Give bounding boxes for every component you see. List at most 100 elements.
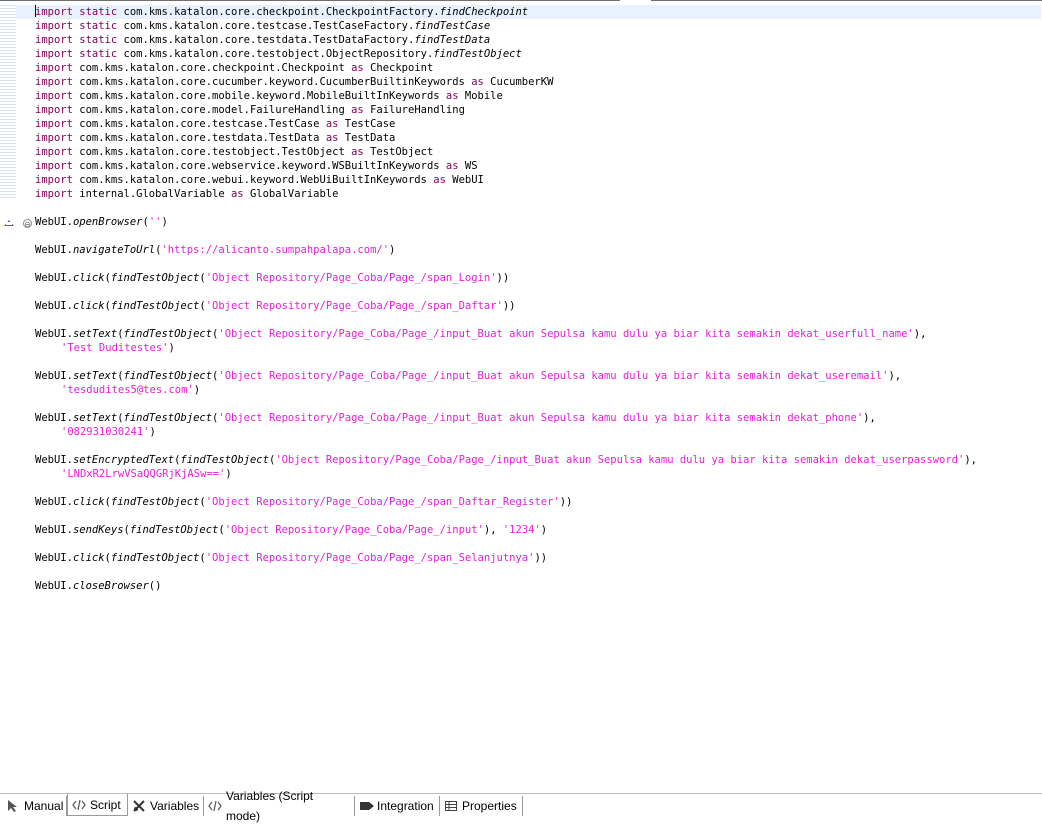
code-text: WebUI. (35, 454, 73, 466)
code-text: com.kms.katalon.core.testcase.TestCase (79, 118, 326, 130)
editor-mode-tabs: Manual Script Variables Variables (Scrip… (0, 789, 1042, 823)
code-line[interactable]: WebUI.setEncryptedText(findTestObject('O… (35, 453, 977, 467)
code-line[interactable]: 'tesdudites5@tes.com') (61, 383, 200, 397)
code-line[interactable]: import static com.kms.katalon.core.testd… (35, 33, 490, 47)
code-line[interactable]: WebUI.click(findTestObject('Object Repos… (35, 495, 572, 509)
tab-label: Variables (150, 799, 200, 813)
code-text: CucumberKW (490, 76, 554, 88)
code-line[interactable]: WebUI.setText(findTestObject('Object Rep… (35, 327, 926, 341)
code-text: () (148, 580, 162, 592)
window-top-border (0, 0, 1042, 2)
code-line[interactable]: import com.kms.katalon.core.mobile.keywo… (35, 89, 503, 103)
code-method: findTestCase (414, 20, 491, 32)
code-line[interactable]: WebUI.click(findTestObject('Object Repos… (35, 551, 547, 565)
code-text: GlobalVariable (249, 188, 339, 200)
code-text: ), (964, 454, 977, 466)
code-line[interactable]: import internal.GlobalVariable as Global… (35, 187, 338, 201)
warning-marker-icon[interactable] (4, 220, 14, 226)
tab-label: Script (90, 797, 121, 812)
code-line[interactable]: import com.kms.katalon.core.cucumber.key… (35, 75, 553, 89)
code-keyword: import (35, 132, 80, 144)
code-line[interactable]: import com.kms.katalon.core.testobject.T… (35, 145, 433, 159)
tab-label: Integration (377, 799, 434, 813)
code-line[interactable]: import com.kms.katalon.core.checkpoint.C… (35, 61, 433, 75)
code-text: FailureHandling (370, 104, 465, 116)
code-method: findTestObject (433, 48, 522, 60)
code-keyword: as (351, 104, 371, 116)
code-text: WebUI. (35, 328, 73, 340)
code-text: WebUI. (35, 370, 73, 382)
code-method: findTestObject (110, 272, 200, 284)
code-method: click (72, 496, 105, 508)
code-method: closeBrowser (72, 580, 149, 592)
code-text: ) (540, 524, 548, 536)
code-line[interactable]: import static com.kms.katalon.core.testo… (35, 47, 522, 61)
code-text: TestCase (344, 118, 396, 130)
code-text: WebUI. (35, 244, 73, 256)
tab-variables[interactable]: Variables (128, 796, 204, 816)
code-text: WebUI. (35, 552, 73, 564)
code-text: WebUI (452, 174, 484, 186)
code-text: WebUI. (35, 216, 73, 228)
code-line[interactable]: import com.kms.katalon.core.testdata.Tes… (35, 131, 395, 145)
code-line[interactable]: WebUI.setText(findTestObject('Object Rep… (35, 369, 901, 383)
tab-manual[interactable]: Manual (2, 796, 67, 816)
code-string: 'Object Repository/Page_Coba/Page_/span_… (205, 552, 535, 564)
code-line[interactable]: WebUI.click(findTestObject('Object Repos… (35, 271, 509, 285)
code-string: 'tesdudites5@tes.com' (61, 384, 194, 396)
code-method: click (72, 552, 105, 564)
tab-label: Variables (Script mode) (226, 789, 314, 823)
code-text: com.kms.katalon.core.testobject.TestObje… (79, 146, 352, 158)
code-keyword: import (35, 48, 80, 60)
code-line[interactable]: import com.kms.katalon.core.testcase.Tes… (35, 117, 395, 131)
code-icon (208, 799, 222, 813)
code-keyword: as (433, 174, 453, 186)
code-line[interactable]: import static com.kms.katalon.core.testc… (35, 19, 490, 33)
code-line[interactable]: WebUI.openBrowser('') (35, 215, 168, 229)
code-string: '' (148, 216, 162, 228)
code-method: findTestObject (129, 524, 219, 536)
code-line[interactable]: '082931030241') (61, 425, 156, 439)
code-line[interactable]: import com.kms.katalon.core.webservice.k… (35, 159, 478, 173)
code-line[interactable]: import static com.kms.katalon.core.check… (16, 5, 1041, 19)
code-line[interactable]: WebUI.navigateToUrl('https://alicanto.su… (35, 243, 395, 257)
code-text: WebUI. (35, 300, 73, 312)
script-editor[interactable]: ⊖ ⊖ import static com.kms.katalon.core.c… (0, 5, 1042, 790)
tab-label: Manual (24, 799, 64, 813)
tab-properties[interactable]: Properties (440, 796, 523, 816)
code-keyword: static (79, 20, 124, 32)
tab-script[interactable]: Script (67, 794, 128, 816)
code-text: )) (559, 496, 573, 508)
code-text: com.kms.katalon.core.testdata.TestDataFa… (123, 34, 415, 46)
code-text: )) (502, 300, 516, 312)
code-keyword: import (35, 188, 80, 200)
code-text: com.kms.katalon.core.cucumber.keyword.Cu… (79, 76, 472, 88)
code-method: findTestObject (110, 300, 200, 312)
code-line[interactable]: WebUI.closeBrowser() (35, 579, 161, 593)
code-method: sendKeys (72, 524, 124, 536)
code-line[interactable]: import com.kms.katalon.core.model.Failur… (35, 103, 465, 117)
tab-integration[interactable]: Integration (355, 796, 440, 816)
code-text: )) (534, 552, 548, 564)
code-text: com.kms.katalon.core.checkpoint.Checkpoi… (79, 62, 352, 74)
code-text: WS (464, 160, 478, 172)
code-keyword: import (35, 34, 80, 46)
tab-variables-script-mode[interactable]: Variables (Script mode) (204, 789, 355, 823)
code-line[interactable]: WebUI.setText(findTestObject('Object Rep… (35, 411, 876, 425)
code-text: com.kms.katalon.core.testobject.ObjectRe… (123, 48, 434, 60)
code-text: ), (863, 412, 876, 424)
fold-script-icon[interactable]: ⊖ (23, 219, 32, 229)
code-keyword: as (325, 132, 345, 144)
code-text: ) (225, 468, 232, 480)
code-keyword: import (35, 20, 80, 32)
code-line[interactable]: WebUI.sendKeys(findTestObject('Object Re… (35, 523, 547, 537)
cursor-icon (6, 799, 20, 813)
code-method: setText (72, 412, 118, 424)
code-line[interactable]: 'LNDxR2LrwVSaQQGRjKjASw==') (61, 467, 232, 481)
code-line[interactable]: 'Test Duditestes') (61, 341, 175, 355)
code-keyword: as (445, 90, 465, 102)
code-line[interactable]: WebUI.click(findTestObject('Object Repos… (35, 299, 516, 313)
code-line[interactable]: import com.kms.katalon.core.webui.keywor… (35, 173, 484, 187)
code-text: com.kms.katalon.core.model.FailureHandli… (79, 104, 352, 116)
code-string: '082931030241' (61, 426, 150, 438)
